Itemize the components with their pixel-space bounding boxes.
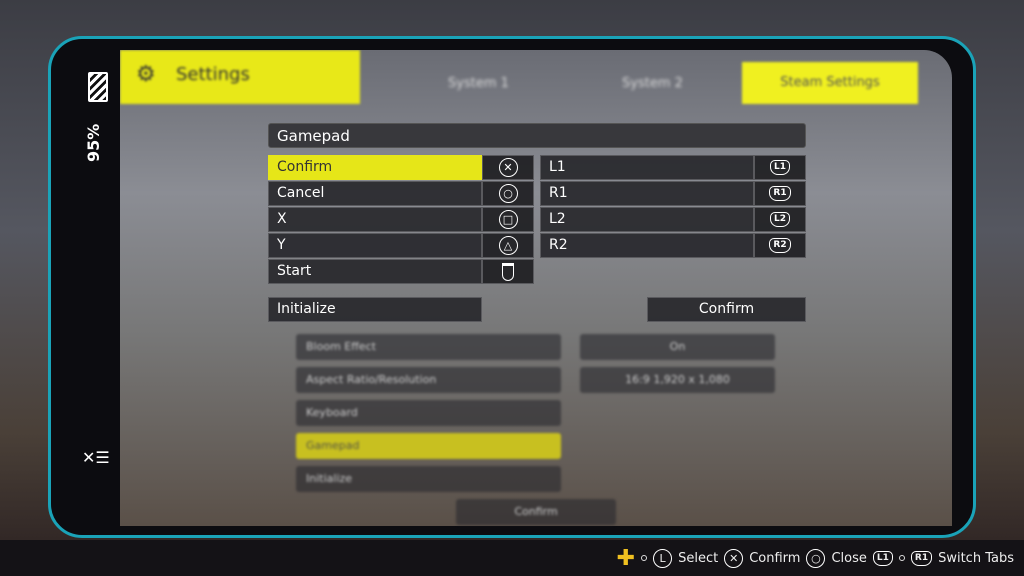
binding-row-l1[interactable]: L1 xyxy=(540,155,754,180)
r1-button-icon: R1 xyxy=(910,550,933,566)
triangle-button-icon: △ xyxy=(482,233,534,258)
button-hint-bar: ✚ L Select ✕ Confirm ○ Close L1 R1 Switch Ta… xyxy=(0,540,1024,576)
hint-switch-tabs: Switch Tabs xyxy=(938,550,1014,566)
dpad-icon: ✚ xyxy=(616,545,636,571)
hint-select: Select xyxy=(678,550,719,566)
binding-row-cancel[interactable]: Cancel xyxy=(268,181,482,206)
tab-steam-settings[interactable]: Steam Settings xyxy=(742,62,918,104)
button-glyph: □ xyxy=(498,210,518,229)
l1-button-icon: L1 xyxy=(872,550,893,566)
binding-row-l2[interactable]: L2 xyxy=(540,207,754,232)
binding-row-start[interactable]: Start xyxy=(268,259,482,284)
binding-row-r2[interactable]: R2 xyxy=(540,233,754,258)
button-glyph: ✕ xyxy=(498,158,518,177)
bg-item: Confirm xyxy=(456,499,616,525)
initialize-button[interactable]: Initialize xyxy=(268,297,482,322)
square-button-icon: □ xyxy=(482,207,534,232)
r2-button-icon: R2 xyxy=(754,233,806,258)
separator-dot xyxy=(898,555,905,561)
gear-icon: ⚙ xyxy=(136,62,156,87)
button-badge: R2 xyxy=(769,238,791,253)
menu-icon[interactable]: ✕☰ xyxy=(82,448,110,467)
cross-button-icon: ✕ xyxy=(724,548,744,568)
button-badge: L2 xyxy=(770,212,790,227)
button-glyph: ○ xyxy=(498,184,518,203)
button-badge: L1 xyxy=(770,160,790,175)
binding-row-y[interactable]: Y xyxy=(268,233,482,258)
binding-row-r1[interactable]: R1 xyxy=(540,181,754,206)
binding-row-confirm[interactable]: Confirm xyxy=(268,155,482,180)
bg-item: Bloom Effect xyxy=(296,334,561,360)
button-glyph: △ xyxy=(498,236,518,255)
tab-settings-label: Settings xyxy=(176,64,250,85)
separator-dot xyxy=(641,555,648,561)
bg-item: On xyxy=(580,334,775,360)
hint-close: Close xyxy=(831,550,867,566)
binding-row-x[interactable]: X xyxy=(268,207,482,232)
touchpad-glyph xyxy=(502,262,514,281)
cross-button-icon: ✕ xyxy=(482,155,534,180)
touchpad-icon xyxy=(482,259,534,284)
button-badge: R1 xyxy=(769,186,791,201)
bg-item: 16:9 1,920 x 1,080 xyxy=(580,367,775,393)
r1-button-icon: R1 xyxy=(754,181,806,206)
l2-button-icon: L2 xyxy=(754,207,806,232)
left-stick-icon: L xyxy=(653,548,673,568)
panel-title: Gamepad xyxy=(268,123,806,148)
battery-percent: 95% xyxy=(84,123,103,162)
circle-button-icon: ○ xyxy=(806,548,826,568)
bg-item: Aspect Ratio/Resolution xyxy=(296,367,561,393)
tab-system2[interactable]: System 2 xyxy=(622,76,683,91)
bg-item: Keyboard xyxy=(296,400,561,426)
bg-item: Gamepad xyxy=(296,433,561,459)
confirm-button[interactable]: Confirm xyxy=(647,297,806,322)
battery-icon xyxy=(88,72,108,102)
bg-item: Initialize xyxy=(296,466,561,492)
circle-button-icon: ○ xyxy=(482,181,534,206)
tab-system1[interactable]: System 1 xyxy=(448,76,509,91)
l1-button-icon: L1 xyxy=(754,155,806,180)
tab-settings[interactable]: ⚙ Settings xyxy=(120,50,360,104)
hint-confirm: Confirm xyxy=(749,550,801,566)
